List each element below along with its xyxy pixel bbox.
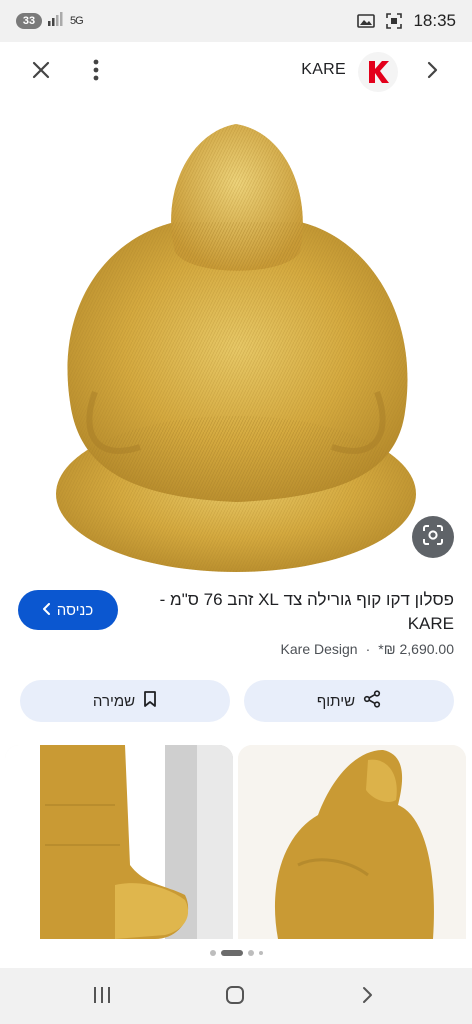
related-image-2[interactable]	[238, 745, 466, 939]
gorilla-side-thumbnail	[238, 745, 466, 939]
image-notification-icon	[357, 12, 376, 30]
carousel-dot	[209, 950, 216, 956]
save-button[interactable]: שמירה	[20, 680, 230, 722]
lens-icon	[422, 524, 444, 551]
screenshot-icon	[385, 12, 403, 30]
carousel-dot-active	[220, 950, 243, 956]
status-right: 18:35	[357, 11, 456, 31]
chevron-left-icon	[42, 602, 51, 619]
share-button[interactable]: שיתוף	[244, 680, 454, 722]
share-button-label: שיתוף	[316, 692, 356, 710]
gorilla-hand-thumbnail	[5, 745, 233, 939]
clock: 18:35	[413, 11, 456, 30]
carousel-dot	[258, 951, 263, 955]
network-type-label: 5G	[70, 15, 84, 27]
visit-button-label: כניסה	[56, 601, 94, 619]
save-button-label: שמירה	[92, 692, 136, 710]
status-bar: 33 5G 18:35	[0, 0, 472, 42]
meta-separator: ·	[365, 641, 371, 657]
product-price: 2,690.00 ₪*	[378, 641, 454, 657]
chevron-right-icon	[426, 61, 438, 84]
top-bar: KARE	[0, 42, 472, 102]
carousel-indicator	[0, 946, 472, 960]
home-button[interactable]	[220, 982, 250, 1012]
more-options-button[interactable]	[76, 52, 116, 92]
related-image-1[interactable]	[5, 745, 233, 939]
carousel-dot	[247, 950, 254, 956]
back-chevron-icon	[361, 986, 373, 1009]
product-title: פסלון דקו קוף גורילה צד XL זהב 76 ס"מ - …	[159, 590, 454, 633]
recent-apps-icon	[92, 986, 112, 1009]
back-button[interactable]	[352, 982, 382, 1012]
home-icon	[225, 985, 245, 1010]
signal-icon	[48, 11, 64, 31]
status-left: 33 5G	[16, 11, 84, 31]
system-nav-bar	[0, 968, 472, 1024]
seller-name: Kare Design	[280, 641, 358, 657]
product-image[interactable]	[0, 102, 472, 580]
recent-apps-button[interactable]	[87, 982, 117, 1012]
bookmark-icon	[143, 690, 157, 712]
site-name[interactable]: KARE	[301, 61, 346, 79]
close-icon	[31, 60, 51, 85]
forward-button[interactable]	[412, 52, 452, 92]
google-lens-button[interactable]	[412, 516, 454, 558]
product-meta: 2,690.00 ₪* · Kare Design	[281, 641, 454, 657]
site-logo[interactable]	[358, 52, 398, 92]
more-vert-icon	[93, 59, 99, 86]
notification-count-badge: 33	[16, 13, 42, 29]
close-button[interactable]	[21, 52, 61, 92]
share-icon	[363, 690, 381, 712]
gorilla-statue-image	[56, 124, 416, 572]
kare-logo-icon	[369, 61, 389, 83]
visit-button[interactable]: כניסה	[18, 590, 118, 630]
